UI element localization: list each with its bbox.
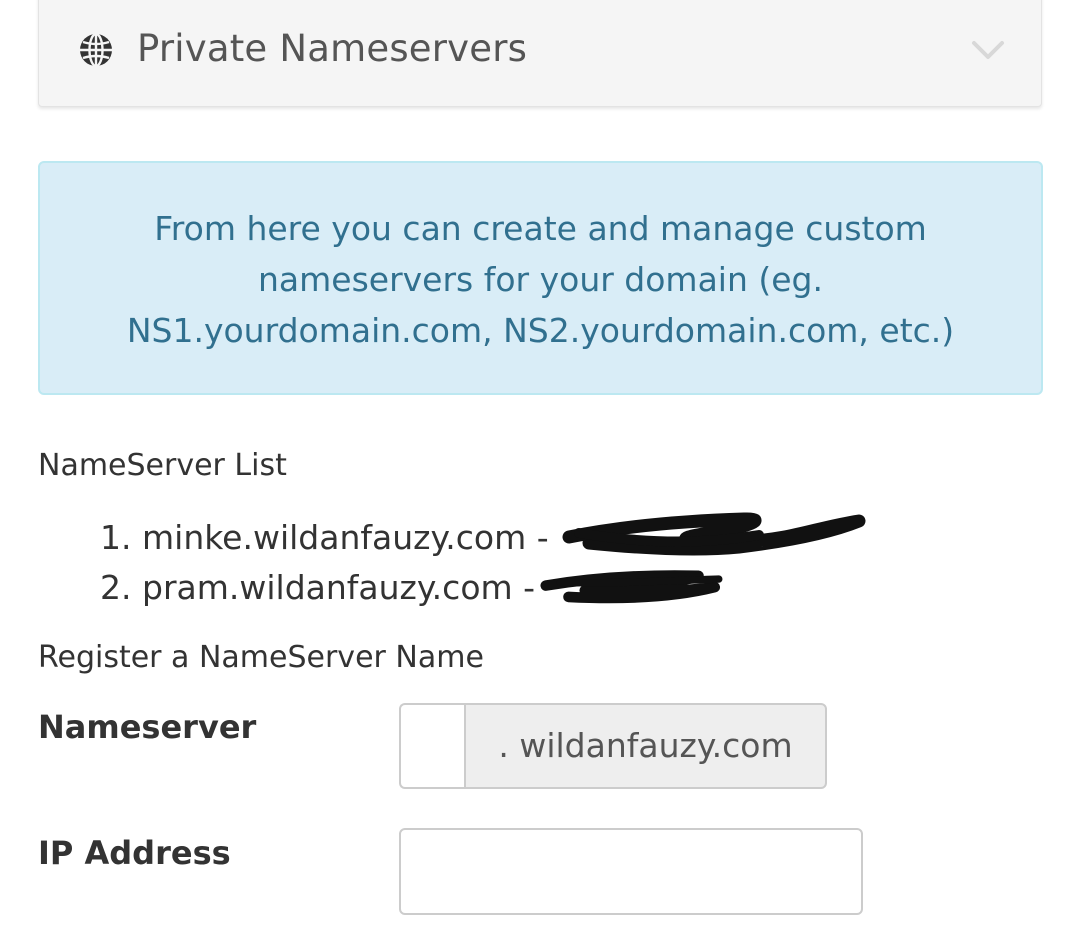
register-nameserver-heading: Register a NameServer Name: [38, 640, 484, 675]
private-nameservers-panel-header[interactable]: Private Nameservers: [38, 0, 1042, 107]
panel-title: Private Nameservers: [137, 27, 528, 70]
globe-icon: [80, 32, 112, 68]
info-line: NS1.yourdomain.com, NS2.yourdomain.com, …: [126, 311, 955, 350]
page: Private Nameservers From here you can cr…: [0, 0, 1080, 933]
ip-address-input[interactable]: [399, 828, 863, 915]
nameserver-list-heading: NameServer List: [38, 448, 287, 483]
info-line: nameservers for your domain (eg.: [258, 260, 823, 299]
list-item-host: pram.wildanfauzy.com: [142, 568, 513, 607]
nameserver-input-group: . wildanfauzy.com: [399, 703, 827, 789]
domain-suffix-addon: . wildanfauzy.com: [464, 703, 827, 789]
list-item-index: 1.: [100, 518, 132, 557]
nameserver-label: Nameserver: [38, 708, 257, 746]
nameserver-input[interactable]: [399, 703, 464, 789]
redaction-scribble: [562, 512, 866, 556]
nameserver-list: 1. minke.wildanfauzy.com - 2. pram.wilda…: [100, 512, 866, 613]
info-alert: From here you can create and manage cust…: [38, 161, 1043, 395]
list-item-separator: -: [536, 518, 549, 557]
list-item: 2. pram.wildanfauzy.com -: [100, 563, 799, 613]
list-item-host: minke.wildanfauzy.com: [142, 518, 527, 557]
list-item: 1. minke.wildanfauzy.com -: [100, 512, 866, 563]
list-item-separator: -: [523, 568, 536, 607]
chevron-down-icon[interactable]: [971, 39, 1005, 61]
redaction-scribble: [540, 570, 723, 604]
ip-address-label: IP Address: [38, 834, 231, 872]
redacted-ip: [540, 563, 786, 613]
info-line: From here you can create and manage cust…: [154, 209, 927, 248]
redacted-ip: [559, 512, 866, 563]
list-item-index: 2.: [100, 568, 132, 607]
